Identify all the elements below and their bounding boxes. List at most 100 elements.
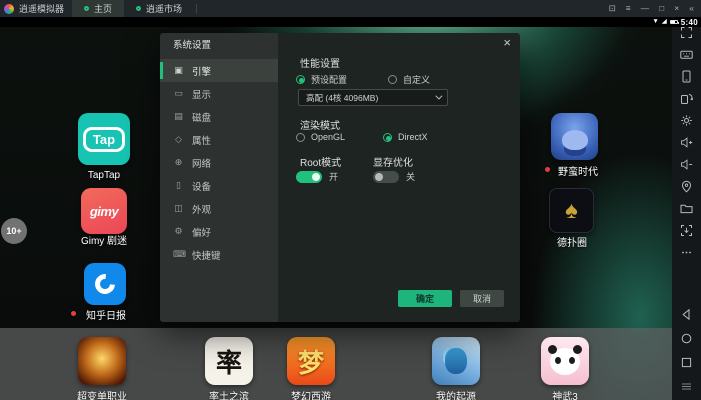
app-label-brutal-age: 野蛮时代 (558, 163, 598, 178)
chevron-down-icon (435, 93, 442, 100)
settings-content: × 性能设置 预设配置 自定义 高配 (4核 4096MB) 渲染模式 Open… (278, 33, 520, 322)
nav-item-disk[interactable]: ▤ 磁盘 (160, 105, 278, 128)
android-statusbar: ▼ ◢ 5:40 (0, 17, 701, 27)
nav-label-property: 属性 (192, 133, 211, 147)
nav-label-device: 设备 (192, 179, 211, 193)
radio-opengl[interactable]: OpenGL (296, 132, 345, 142)
window-icon: ◫ (173, 203, 184, 214)
nav-item-appearance[interactable]: ◫ 外观 (160, 197, 278, 220)
nav-item-device[interactable]: ▯ 设备 (160, 174, 278, 197)
menu-icon[interactable]: ≡ (626, 4, 631, 13)
nav-item-shortcuts[interactable]: ⌨ 快捷键 (160, 243, 278, 266)
radio-directx-label: DirectX (398, 132, 428, 142)
virtual-keyboard-icon[interactable] (680, 48, 693, 61)
phone-icon: ▯ (173, 180, 184, 191)
taptap-logo: Tap (83, 127, 125, 152)
radio-custom-label: 自定义 (403, 73, 430, 86)
radio-preset-config[interactable]: 预设配置 (296, 73, 347, 86)
vram-opt-state: 关 (406, 170, 415, 183)
settings-title: 系统设置 (160, 33, 278, 59)
status-time: 5:40 (681, 18, 698, 27)
nav-label-disk: 磁盘 (192, 110, 211, 124)
nav-item-display[interactable]: ▭ 显示 (160, 82, 278, 105)
app-label-chaobian: 超变单职业 (77, 388, 127, 400)
rotate-screen-icon[interactable] (680, 92, 693, 105)
gear-icon[interactable] (680, 114, 693, 127)
screenshot-icon[interactable] (680, 224, 693, 237)
nav-item-network[interactable]: ⊕ 网络 (160, 151, 278, 174)
app-label-shuaitu: 率土之滨 (209, 388, 249, 400)
volume-down-icon[interactable] (680, 158, 693, 171)
home-icon[interactable] (680, 332, 693, 345)
app-label-poker-circle: 德扑圈 (557, 234, 587, 249)
settings-nav: 系统设置 ▣ 引擎 ▭ 显示 ▤ 磁盘 ◇ 属性 ⊕ 网络 ▯ 设备 ◫ 外观 (160, 33, 278, 322)
ok-button[interactable]: 确定 (398, 290, 452, 307)
tab-market-icon (136, 6, 141, 11)
app-icon-menghuan[interactable]: 梦 (287, 337, 335, 385)
cancel-button[interactable]: 取消 (460, 290, 504, 307)
app-label-shenwu3: 神武3 (552, 388, 578, 400)
radio-custom-config[interactable]: 自定义 (388, 73, 430, 86)
radio-opengl-label: OpenGL (311, 132, 345, 142)
dialog-close-icon[interactable]: × (503, 36, 511, 49)
app-icon-shenwu3[interactable] (541, 337, 589, 385)
gimy-logo: gimy (90, 204, 118, 219)
app-icon-gimy[interactable]: gimy (81, 188, 127, 234)
root-mode-toggle[interactable] (296, 171, 322, 183)
floating-count-badge[interactable]: 10+ (1, 218, 27, 244)
tab-home[interactable]: 主页 (72, 0, 124, 17)
render-mode-section-title: 渲染模式 (300, 117, 340, 132)
minimize-icon[interactable]: — (641, 4, 650, 13)
root-mode-state: 开 (329, 170, 338, 183)
disk-icon: ▤ (173, 111, 184, 122)
root-mode-label: Root模式 (300, 154, 341, 169)
radio-custom-icon (388, 75, 397, 84)
nav-item-engine[interactable]: ▣ 引擎 (160, 59, 278, 82)
app-icon-taptap[interactable]: Tap (78, 113, 130, 165)
app-icon-my-origin[interactable] (432, 337, 480, 385)
emulator-toolbar (672, 17, 701, 400)
notification-dot-brutal-age (545, 167, 550, 172)
vram-opt-toggle[interactable] (373, 171, 399, 183)
globe-icon: ⊕ (173, 157, 184, 168)
nav-label-engine: 引擎 (192, 64, 211, 78)
nav-item-preference[interactable]: ⚙ 偏好 (160, 220, 278, 243)
location-icon[interactable] (680, 180, 693, 193)
recents-icon[interactable] (680, 356, 693, 369)
radio-preset-icon (296, 75, 305, 84)
app-icon-chaobian[interactable] (78, 337, 126, 385)
app-icon-shuaitu[interactable]: 率 (205, 337, 253, 385)
app-title: 逍遥模拟器 (19, 2, 64, 15)
back-icon[interactable] (680, 308, 693, 321)
app-icon-poker-circle[interactable]: ♠ (549, 188, 594, 233)
tab-divider (196, 4, 197, 14)
radio-directx-icon (383, 133, 392, 142)
app-label-taptap: TapTap (88, 170, 120, 181)
radio-directx[interactable]: DirectX (383, 132, 428, 142)
app-icon-brutal-age[interactable] (551, 113, 598, 160)
app-label-menghuan: 梦幻西游 (291, 388, 331, 400)
my-origin-art (445, 348, 467, 374)
collapse-sidebar-icon[interactable]: « (689, 4, 694, 13)
android-nav-group (680, 308, 693, 393)
volume-up-icon[interactable] (680, 136, 693, 149)
install-apk-icon[interactable] (680, 70, 693, 83)
nav-label-network: 网络 (192, 156, 211, 170)
close-icon[interactable]: × (674, 4, 679, 13)
panda-art (550, 348, 580, 375)
app-icon-zhihu-daily[interactable] (84, 263, 126, 305)
window-titlebar: 逍遥模拟器 主页 逍遥市场 ⊡ ≡ — □ × « (0, 0, 701, 17)
menu-lines-icon[interactable] (680, 380, 693, 393)
maximize-icon[interactable]: □ (659, 4, 664, 13)
tab-market-label: 逍遥市场 (146, 2, 182, 15)
fullscreen-toggle-icon[interactable] (680, 26, 693, 39)
brutal-age-art (562, 130, 588, 150)
shared-folder-icon[interactable] (680, 202, 693, 215)
fullscreen-icon[interactable]: ⊡ (609, 4, 616, 13)
more-tools-icon[interactable] (680, 246, 693, 259)
tab-market[interactable]: 逍遥市场 (124, 0, 194, 17)
zhihu-logo-icon (91, 270, 119, 298)
preset-dropdown[interactable]: 高配 (4核 4096MB) (298, 89, 448, 106)
nav-item-property[interactable]: ◇ 属性 (160, 128, 278, 151)
tab-home-icon (84, 6, 89, 11)
